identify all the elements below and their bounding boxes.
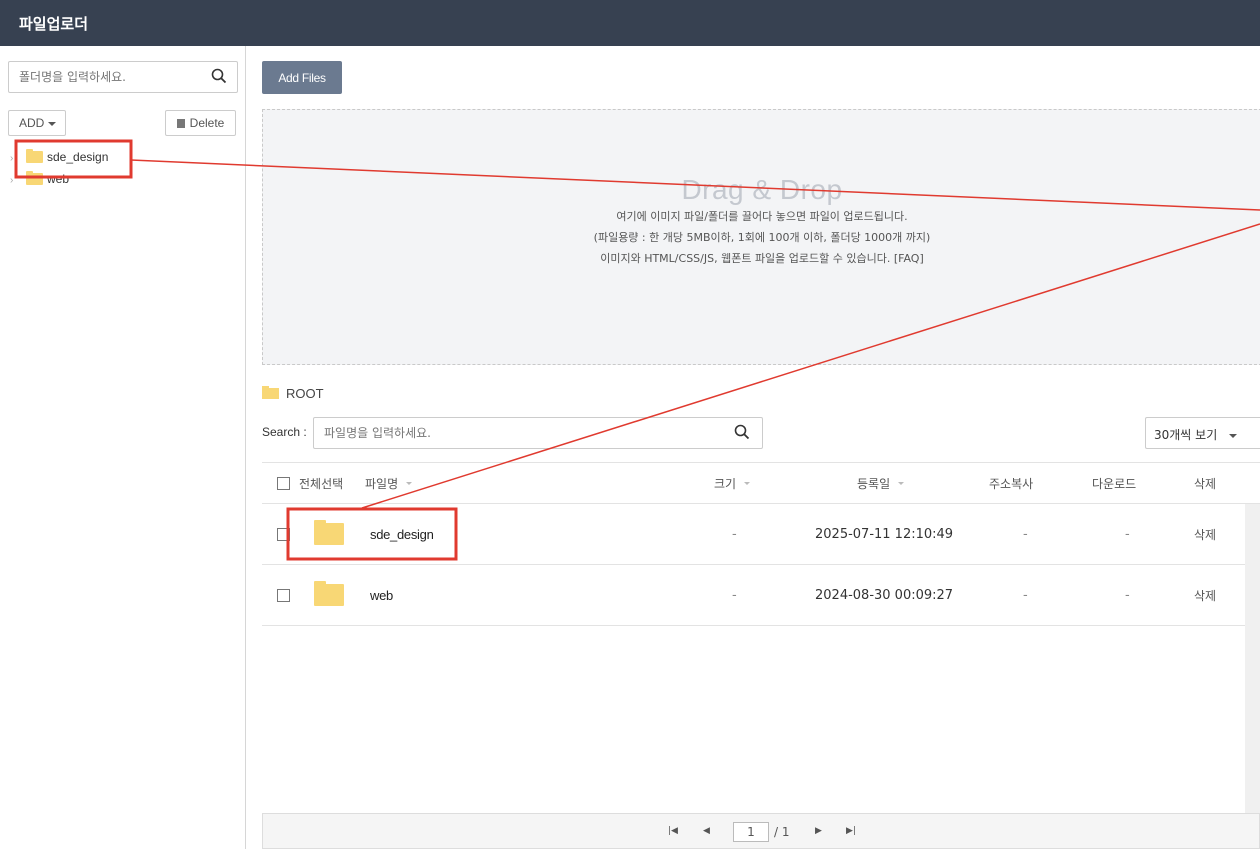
- folder-icon: [26, 149, 43, 163]
- drop-zone-title: Drag & Drop: [681, 174, 843, 205]
- drop-zone-file-types: 이미지와 HTML/CSS/JS, 웹폰트 파일을 업로드할 수 있습니다. […: [600, 252, 924, 265]
- drop-zone[interactable]: Drag & Drop 여기에 이미지 파일/폴더를 끌어다 놓으면 파일이 업…: [262, 109, 1260, 365]
- file-name[interactable]: web: [370, 588, 393, 603]
- header-delete: 삭제: [1194, 476, 1217, 491]
- pagination: |◀ ◀ 1 / 1 ▶ ▶|: [262, 813, 1260, 849]
- add-button[interactable]: ADD: [8, 110, 66, 136]
- current-path: ROOT: [262, 386, 324, 401]
- file-name[interactable]: sde_design: [370, 527, 434, 542]
- file-panel: Add Files Drag & Drop 여기에 이미지 파일/폴더를 끌어다…: [247, 46, 1260, 849]
- tree-item-label: sde_design: [47, 150, 109, 164]
- folder-icon: [26, 171, 43, 185]
- delete-link[interactable]: 삭제: [1194, 587, 1216, 604]
- sort-caret-icon: [898, 481, 905, 485]
- drop-zone-instruction: 여기에 이미지 파일/폴더를 끌어다 놓으면 파일이 업로드됩니다.: [616, 210, 908, 223]
- folder-sidebar: ADD Delete › sde_design › web: [0, 46, 246, 849]
- file-date: 2025-07-11 12:10:49: [815, 526, 954, 542]
- download: -: [1125, 587, 1130, 603]
- app-title-bar: 파일업로더: [0, 0, 1260, 46]
- table-scrollbar[interactable]: [1245, 504, 1260, 813]
- delete-button[interactable]: Delete: [165, 110, 236, 136]
- row-checkbox[interactable]: [277, 588, 290, 602]
- tree-item-web[interactable]: › web: [10, 171, 70, 188]
- tree-item-sde-design[interactable]: › sde_design: [10, 149, 109, 166]
- folder-search-box[interactable]: [8, 61, 238, 93]
- page-number-input[interactable]: 1: [733, 822, 769, 842]
- select-all-label: 전체선택: [299, 476, 344, 491]
- table-row[interactable]: sde_design - 2025-07-11 12:10:49 - - 삭제: [262, 504, 1260, 565]
- prev-page-icon[interactable]: ◀: [703, 826, 710, 836]
- header-date[interactable]: 등록일: [857, 463, 905, 503]
- copy-address: -: [1023, 587, 1028, 603]
- table-header: 전체선택 파일명 크기 등록일 주소복사 다운로드 삭제: [262, 462, 1260, 504]
- per-page-select[interactable]: 30개씩 보기: [1145, 417, 1260, 449]
- page-total: / 1: [774, 825, 790, 839]
- last-page-icon[interactable]: ▶|: [846, 826, 856, 836]
- expand-arrow-icon[interactable]: ›: [10, 153, 18, 164]
- header-date-label: 등록일: [857, 476, 891, 491]
- folder-icon: [262, 386, 279, 399]
- file-size: -: [732, 587, 737, 603]
- drop-zone-limits: (파일용량 : 한 개당 5MB이하, 1회에 100개 이하, 폴더당 100…: [593, 231, 931, 244]
- select-all-checkbox[interactable]: [277, 476, 290, 490]
- caret-down-icon: [48, 121, 57, 126]
- sort-caret-icon: [744, 481, 751, 485]
- folder-icon: [314, 520, 344, 545]
- expand-arrow-icon[interactable]: ›: [10, 175, 18, 186]
- header-name-label: 파일명: [365, 476, 399, 491]
- file-date: 2024-08-30 00:09:27: [815, 587, 954, 603]
- file-search-input[interactable]: [314, 418, 714, 448]
- header-download: 다운로드: [1092, 476, 1137, 491]
- folder-search-input[interactable]: [9, 62, 194, 92]
- tree-item-label: web: [47, 172, 70, 186]
- file-search-box[interactable]: [313, 417, 763, 449]
- delete-button-label: Delete: [189, 116, 225, 130]
- delete-link[interactable]: 삭제: [1194, 526, 1216, 543]
- copy-address: -: [1023, 526, 1028, 542]
- file-search-label: Search :: [262, 425, 307, 439]
- file-size: -: [732, 526, 737, 542]
- header-copy-address: 주소복사: [989, 476, 1034, 491]
- header-size[interactable]: 크기: [714, 463, 751, 503]
- search-icon[interactable]: [211, 68, 227, 88]
- folder-icon: [314, 581, 344, 606]
- caret-down-icon: [1229, 433, 1238, 438]
- sort-caret-icon: [406, 481, 413, 485]
- select-all[interactable]: 전체선택: [277, 463, 343, 503]
- row-checkbox[interactable]: [277, 527, 290, 541]
- per-page-value: 30개씩 보기: [1154, 428, 1218, 442]
- path-label: ROOT: [286, 386, 324, 401]
- add-button-label: ADD: [19, 116, 45, 130]
- next-page-icon[interactable]: ▶: [815, 826, 822, 836]
- header-name[interactable]: 파일명: [365, 463, 413, 503]
- trash-icon: [176, 119, 185, 128]
- header-size-label: 크기: [714, 476, 737, 491]
- table-row[interactable]: web - 2024-08-30 00:09:27 - - 삭제: [262, 565, 1260, 626]
- app-title: 파일업로더: [19, 15, 89, 33]
- add-files-button[interactable]: Add Files: [262, 61, 342, 94]
- first-page-icon[interactable]: |◀: [668, 826, 678, 836]
- search-icon[interactable]: [734, 424, 750, 444]
- download: -: [1125, 526, 1130, 542]
